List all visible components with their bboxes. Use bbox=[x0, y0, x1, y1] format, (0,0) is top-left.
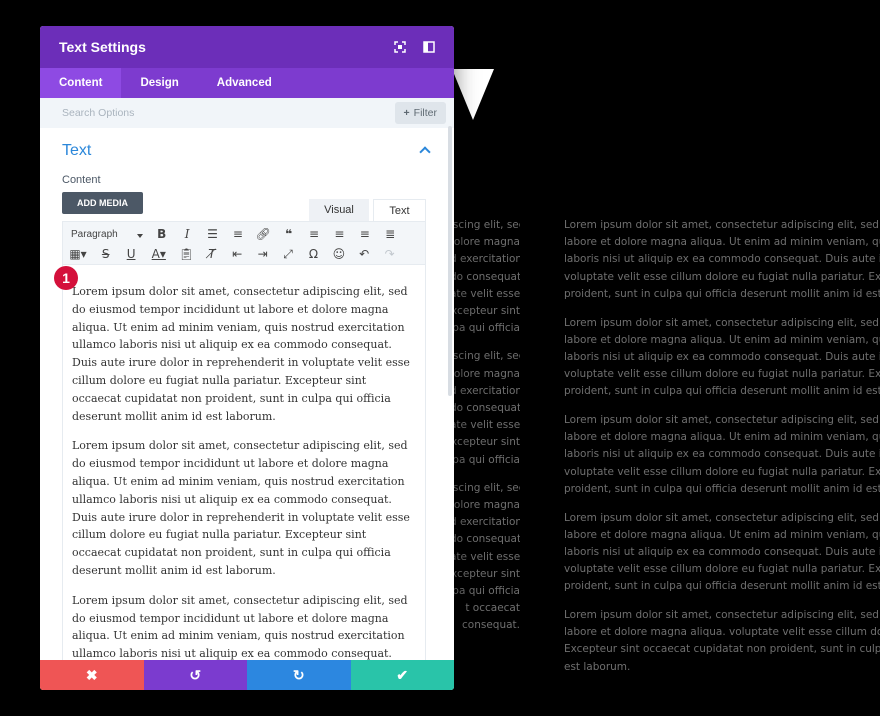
numbered-list-icon[interactable]: ≡ bbox=[225, 227, 250, 241]
strikethrough-icon[interactable]: S bbox=[93, 247, 118, 261]
redo-icon[interactable]: ↷ bbox=[377, 247, 402, 261]
editor-paragraph: Lorem ipsum dolor sit amet, consectetur … bbox=[72, 593, 408, 661]
emoji-icon[interactable]: ☺ bbox=[326, 247, 351, 261]
editor-paragraph: Lorem ipsum dolor sit amet, consectetur … bbox=[72, 439, 410, 577]
table-icon[interactable]: ▦▾ bbox=[63, 247, 93, 261]
settings-tabs: Content Design Advanced bbox=[40, 68, 454, 98]
decorative-triangle bbox=[452, 69, 494, 120]
undo-icon[interactable]: ↶ bbox=[352, 247, 377, 261]
undo-icon: ↺ bbox=[189, 666, 202, 683]
quote-icon[interactable]: ❝ bbox=[276, 227, 301, 241]
check-icon: ✔ bbox=[396, 666, 409, 683]
section-title: Text bbox=[62, 142, 92, 159]
filter-button[interactable]: + Filter bbox=[394, 102, 446, 124]
background-paragraph: Lorem ipsum dolor sit amet, consectetur … bbox=[564, 219, 880, 300]
sidebar-toggle-icon[interactable] bbox=[422, 40, 436, 54]
undo-button[interactable]: ↺ bbox=[143, 660, 247, 690]
outdent-icon[interactable]: ⇤ bbox=[225, 247, 250, 261]
align-right-icon[interactable]: ≡ bbox=[352, 227, 377, 241]
align-left-icon[interactable]: ≡ bbox=[301, 227, 326, 241]
clear-formatting-icon[interactable]: T̸ bbox=[199, 247, 224, 261]
filter-label: Filter bbox=[413, 107, 437, 119]
scrollbar[interactable] bbox=[448, 126, 452, 396]
editor-paragraph: Lorem ipsum dolor sit amet, consectetur … bbox=[72, 285, 410, 423]
background-paragraph: Lorem ipsum dolor sit amet, consectetur … bbox=[564, 511, 880, 593]
save-button[interactable]: ✔ bbox=[350, 660, 454, 690]
background-text-fragment: iscing elit, sed olore magna d exercitatio… bbox=[450, 219, 520, 335]
text-section-header[interactable]: Text bbox=[40, 128, 454, 172]
indent-icon[interactable]: ⇥ bbox=[250, 247, 275, 261]
background-text-column-partial: iscing elit, sed olore magna d exercitatio… bbox=[450, 217, 520, 646]
align-justify-icon[interactable]: ≣ bbox=[378, 227, 403, 241]
link-icon[interactable]: 🔗︎ bbox=[251, 227, 276, 241]
redo-button[interactable]: ↻ bbox=[247, 660, 351, 690]
editor-tab-visual[interactable]: Visual bbox=[309, 199, 369, 221]
chevron-up-icon[interactable] bbox=[419, 146, 431, 158]
background-paragraph: Lorem ipsum dolor sit amet, consectetur … bbox=[564, 316, 880, 398]
add-media-button[interactable]: ADD MEDIA bbox=[62, 192, 143, 214]
editor-toolbar: Paragraph B I ☰ ≡ 🔗︎ ❝ ≡ ≡ ≡ ≣ ▦▾ S U A▾… bbox=[62, 221, 426, 265]
modal-footer: ✖ ↺ ↻ ✔ bbox=[40, 660, 454, 690]
italic-icon[interactable]: I bbox=[174, 227, 199, 241]
modal-title: Text Settings bbox=[59, 39, 146, 55]
align-center-icon[interactable]: ≡ bbox=[327, 227, 352, 241]
special-character-icon[interactable]: Ω bbox=[301, 247, 326, 261]
background-paragraph: Lorem ipsum dolor sit amet, consectetur … bbox=[564, 414, 880, 495]
plus-icon: + bbox=[403, 107, 410, 119]
editor-tab-text[interactable]: Text bbox=[373, 199, 426, 221]
background-paragraph: Lorem ipsum dolor sit amet, consectetur … bbox=[564, 609, 880, 673]
background-text-fragment: iscing elit, sed olore magna d exercitatio… bbox=[450, 481, 520, 632]
search-options-bar[interactable]: Search Options + Filter bbox=[40, 98, 454, 128]
fullscreen-icon[interactable] bbox=[393, 40, 407, 54]
text-editor-area[interactable]: Lorem ipsum dolor sit amet, consectetur … bbox=[62, 265, 426, 665]
close-icon: ✖ bbox=[85, 666, 98, 683]
modal-header[interactable]: Text Settings bbox=[40, 26, 454, 68]
text-color-icon[interactable]: A▾ bbox=[144, 247, 174, 261]
chevron-down-icon bbox=[137, 233, 143, 238]
underline-icon[interactable]: U bbox=[118, 247, 143, 261]
format-select[interactable]: Paragraph bbox=[63, 229, 149, 240]
paste-text-icon[interactable]: 📋︎ bbox=[174, 247, 199, 261]
content-field-label: Content bbox=[62, 174, 101, 186]
redo-icon: ↻ bbox=[292, 666, 305, 683]
discard-button[interactable]: ✖ bbox=[40, 660, 144, 690]
background-text-fragment: iscing elit, sed olore magna d exercitatio… bbox=[450, 350, 520, 466]
fullscreen-editor-icon[interactable]: ⤢ bbox=[275, 247, 300, 262]
bold-icon[interactable]: B bbox=[149, 227, 174, 241]
text-settings-modal: Text Settings Content Design Advanced Se… bbox=[40, 26, 454, 690]
tab-design[interactable]: Design bbox=[121, 68, 197, 98]
format-select-value: Paragraph bbox=[71, 228, 118, 240]
tab-content[interactable]: Content bbox=[40, 68, 122, 98]
step-badge: 1 bbox=[54, 266, 78, 290]
bullet-list-icon[interactable]: ☰ bbox=[200, 227, 225, 241]
background-text-column: Lorem ipsum dolor sit amet, consectetur … bbox=[564, 217, 880, 687]
tab-advanced[interactable]: Advanced bbox=[198, 68, 291, 98]
search-input[interactable]: Search Options bbox=[62, 107, 134, 119]
